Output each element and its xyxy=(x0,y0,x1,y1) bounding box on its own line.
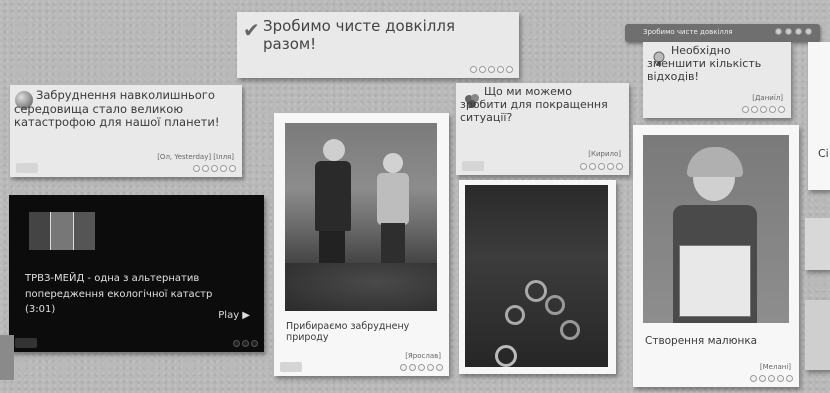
video-thumbnail xyxy=(29,212,95,250)
stamp xyxy=(280,362,302,372)
play-button[interactable]: Play ▶ xyxy=(218,310,250,322)
stamp xyxy=(16,163,38,173)
note-middle[interactable]: Що ми можемо зробити для покращення ситу… xyxy=(456,83,629,175)
header-widget[interactable]: Зробимо чисте довкілля xyxy=(625,24,820,42)
left-edge-card[interactable] xyxy=(0,335,14,380)
photo-caption: Прибираємо забруднену природу xyxy=(286,321,410,344)
note-author: [Даниїл] xyxy=(752,94,783,102)
stamp xyxy=(462,161,484,171)
note-author: [Кирило] xyxy=(588,150,621,158)
checkmark-icon: ✔ xyxy=(243,18,260,42)
note-left[interactable]: Забруднення навколишнього середовища ста… xyxy=(10,85,242,177)
photo-cleanup[interactable] xyxy=(285,123,437,311)
note-text: Зробимо чисте довкілля разом! xyxy=(263,17,455,53)
rating-dots[interactable] xyxy=(580,163,623,170)
widget-dots[interactable] xyxy=(775,28,812,35)
card-partial-right-bottom[interactable] xyxy=(805,300,830,370)
note-meta: [Ол, Yesterday] [Ілля] xyxy=(157,153,234,161)
note-text: Необхідно зменшити кількість відходів! xyxy=(647,44,762,83)
photo-card-soil[interactable] xyxy=(459,180,616,374)
note-text: Що ми можемо зробити для покращення ситу… xyxy=(460,85,608,124)
rating-dots[interactable] xyxy=(470,66,513,73)
video-card[interactable]: ТРВЗ-МЕЙД - одна з альтернатив попередже… xyxy=(9,195,264,352)
note-text: Забруднення навколишнього середовища ста… xyxy=(14,88,220,130)
note-far-right-partial[interactable]: Сі xyxy=(808,42,830,190)
photo-soil[interactable] xyxy=(465,185,608,367)
photo-caption: Створення малюнка xyxy=(645,335,758,347)
photo-author: [Мелані] xyxy=(759,363,791,371)
note-right[interactable]: Необхідно зменшити кількість відходів! [… xyxy=(643,42,791,118)
rating-dots[interactable] xyxy=(750,375,793,382)
video-title: ТРВЗ-МЕЙД - одна з альтернатив попередже… xyxy=(25,273,213,315)
rating-dots[interactable] xyxy=(233,340,258,347)
photo-card-cleanup[interactable]: Прибираємо забруднену природу [Ярослав] xyxy=(274,113,449,376)
photo-drawing[interactable] xyxy=(643,135,789,323)
photo-card-drawing[interactable]: Створення малюнка [Мелані] xyxy=(633,125,799,387)
note-text: Сі xyxy=(818,147,829,160)
rating-dots[interactable] xyxy=(742,106,785,113)
rating-dots[interactable] xyxy=(193,165,236,172)
rating-dots[interactable] xyxy=(400,364,443,371)
header-widget-text: Зробимо чисте довкілля xyxy=(643,28,733,36)
photo-author: [Ярослав] xyxy=(405,352,441,360)
stamp xyxy=(15,338,37,348)
card-partial-right[interactable] xyxy=(805,218,830,270)
note-top-center[interactable]: ✔ Зробимо чисте довкілля разом! xyxy=(237,12,519,78)
